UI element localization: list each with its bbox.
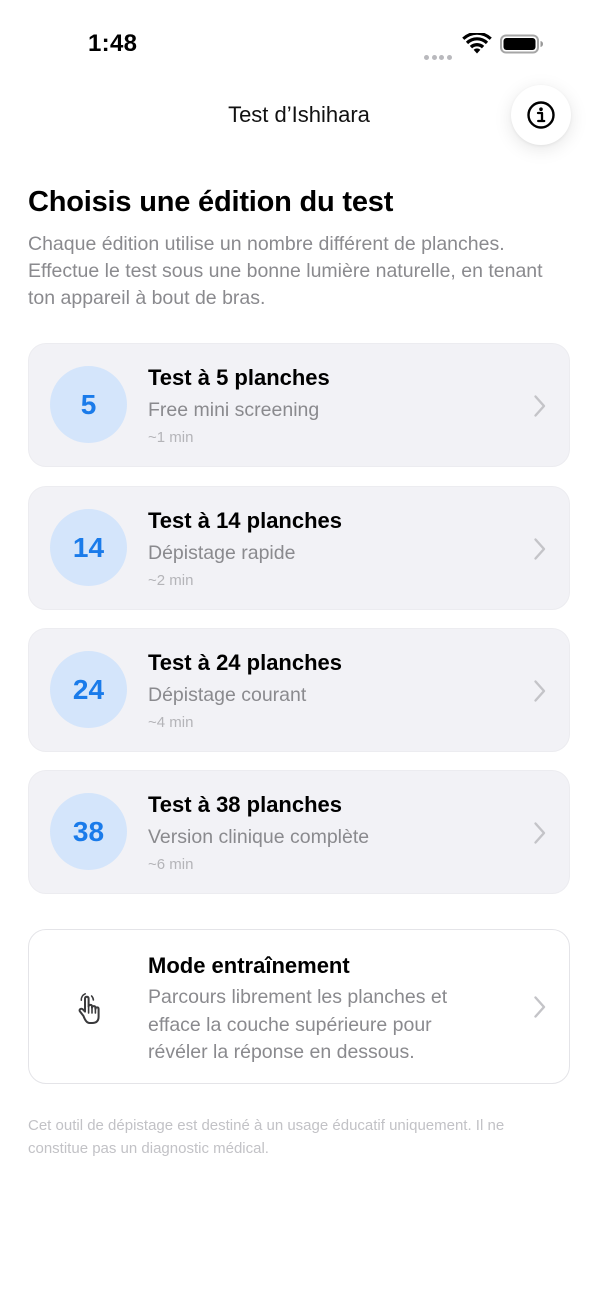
signal-dots-icon [424,47,456,60]
practice-mode-title: Mode entraînement [148,953,350,978]
edition-description: Version clinique complète [148,826,370,848]
edition-description: Free mini screening [148,399,320,421]
plate-count-badge: 14 [50,509,127,586]
info-circle-icon [527,101,555,129]
edition-title: Test à 14 planches [148,508,343,533]
edition-duration: ~2 min [148,572,194,589]
chevron-right-icon [534,538,546,560]
plate-count-badge: 24 [50,651,127,728]
plate-count-badge: 5 [50,366,127,443]
status-bar: 1:48 [0,0,598,88]
edition-card-14[interactable]: 14 Test à 14 planches Dépistage rapide ~… [28,486,570,610]
chevron-right-icon [534,996,546,1018]
edition-card-5[interactable]: 5 Test à 5 planches Free mini screening … [28,343,570,467]
info-button[interactable] [511,85,571,145]
chevron-right-icon [534,680,546,702]
edition-description: Dépistage courant [148,684,307,706]
edition-title: Test à 5 planches [148,365,330,390]
practice-mode-description: Parcours librement les planches et effac… [148,986,448,1063]
edition-duration: ~4 min [148,714,194,731]
disclaimer-text: Cet outil de dépistage est destiné à un … [28,1117,505,1157]
battery-icon [500,34,543,54]
chevron-right-icon [534,822,546,844]
edition-duration: ~6 min [148,856,194,873]
edition-card-38[interactable]: 38 Test à 38 planches Version clinique c… [28,770,570,894]
wifi-icon [462,33,492,54]
plate-count-badge: 38 [50,793,127,870]
edition-description: Dépistage rapide [148,542,296,564]
edition-card-24[interactable]: 24 Test à 24 planches Dépistage courant … [28,628,570,752]
edition-duration: ~1 min [148,429,194,446]
hand-pointer-icon [78,993,100,1024]
practice-mode-card[interactable]: Mode entraînement Parcours librement les… [28,929,570,1084]
edition-title: Test à 38 planches [148,792,343,817]
status-time: 1:48 [88,30,138,57]
page-subtitle: Chaque édition utilise un nombre différe… [28,233,543,309]
edition-title: Test à 24 planches [148,650,343,675]
nav-title: Test d’Ishihara [228,102,370,127]
page-heading: Choisis une édition du test [28,186,394,218]
chevron-right-icon [534,395,546,417]
